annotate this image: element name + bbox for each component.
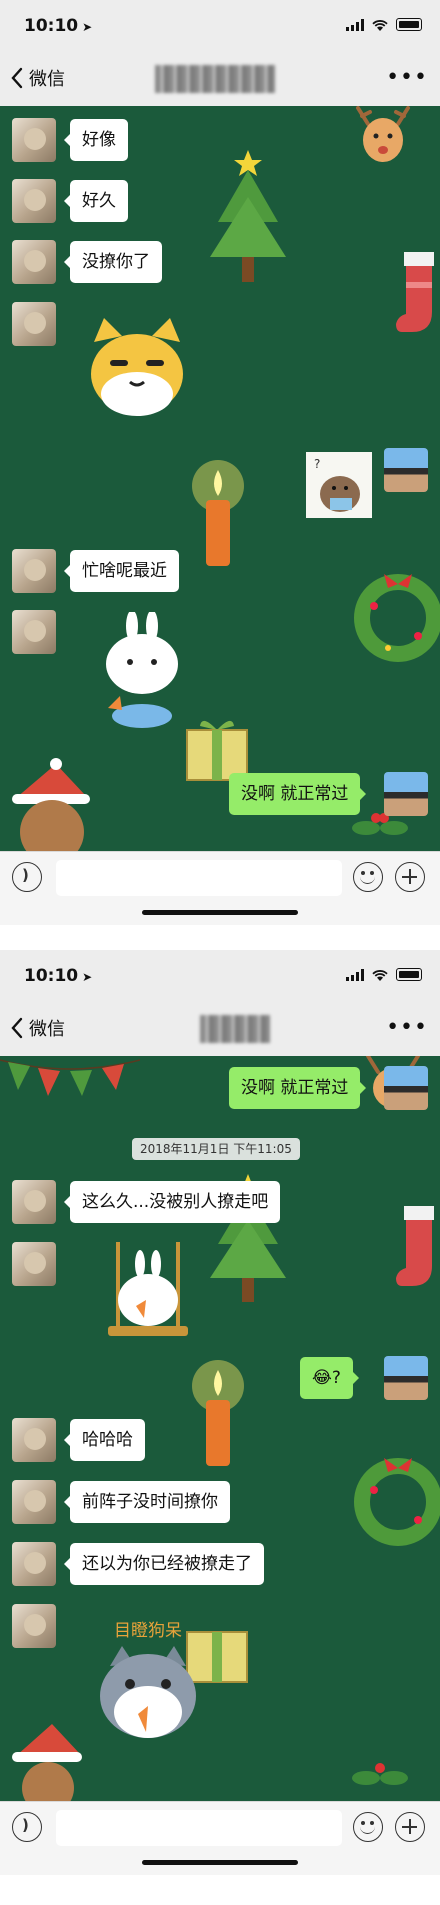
message-bubble[interactable]: 还以为你已经被撩走了 [64, 1543, 264, 1585]
wifi-icon [372, 969, 388, 981]
plus-icon[interactable] [395, 1812, 425, 1842]
christmas-tree-decoration [210, 150, 286, 282]
input-bar [0, 1801, 440, 1875]
timestamp: 2018年11月1日 下午11:05 [132, 1138, 300, 1160]
message-bubble[interactable]: 哈哈哈 [64, 1419, 145, 1461]
location-arrow-icon: ➤ [82, 20, 93, 34]
contact-avatar[interactable] [12, 179, 56, 223]
plus-icon[interactable] [395, 862, 425, 892]
chat-area[interactable]: 没啊 就正常过 2018年11月1日 下午11:05 这么久...没被别人撩走吧… [0, 1056, 440, 1801]
emoji-icon[interactable] [353, 862, 383, 892]
status-time: 10:10 ➤ [24, 966, 92, 986]
message-bubble[interactable]: 没撩你了 [64, 241, 162, 283]
cat-sticker[interactable] [82, 312, 192, 422]
candle-decoration [192, 460, 244, 566]
time-text: 10:10 [24, 966, 79, 986]
bunny-swing-sticker[interactable] [88, 1242, 208, 1362]
candle-decoration [192, 1360, 244, 1466]
back-chevron-icon [11, 1017, 23, 1039]
home-indicator [142, 1860, 298, 1865]
message-bubble[interactable]: 没啊 就正常过 [229, 1067, 367, 1109]
svg-text:?: ? [314, 457, 320, 471]
wifi-icon [372, 19, 388, 31]
contact-avatar[interactable] [12, 1604, 56, 1648]
gift-decoration [186, 720, 248, 781]
contact-avatar[interactable] [12, 1542, 56, 1586]
more-icon[interactable]: ••• [386, 65, 428, 90]
back-label: 微信 [29, 1019, 65, 1040]
my-avatar[interactable] [384, 1066, 428, 1110]
my-avatar[interactable] [384, 1356, 428, 1400]
reindeer-decoration [356, 106, 410, 162]
battery-icon [396, 968, 422, 981]
voice-icon[interactable] [12, 862, 42, 892]
status-bar: 10:10 ➤ [0, 0, 440, 50]
chat-header: 微信 ••• [0, 1000, 440, 1056]
my-avatar[interactable] [384, 448, 428, 492]
time-text: 10:10 [24, 16, 79, 36]
battery-icon [396, 18, 422, 31]
contact-name-blurred [200, 1015, 270, 1043]
home-indicator [142, 910, 298, 915]
message-input[interactable] [56, 860, 342, 896]
chat-area[interactable]: 好像 好久 没撩你了 ? 忙啥呢最近 没啊 就正常过 [0, 106, 440, 851]
wreath-decoration [354, 1458, 440, 1546]
location-arrow-icon: ➤ [82, 970, 93, 984]
shiba-dog-sticker[interactable]: 目瞪狗呆 [88, 1614, 208, 1754]
contact-avatar[interactable] [12, 1418, 56, 1462]
chat-screen-1: 10:10 ➤ 微信 ••• 好像 好久 没撩你了 ? 忙啥呢最近 没啊 就正常… [0, 0, 440, 925]
wreath-decoration [354, 574, 440, 662]
holly-decoration [352, 1763, 408, 1785]
contact-avatar[interactable] [12, 549, 56, 593]
message-bubble[interactable]: 好像 [64, 119, 128, 161]
contact-avatar[interactable] [12, 1180, 56, 1224]
status-time: 10:10 ➤ [24, 16, 92, 36]
bear-santa-decoration [12, 1724, 82, 1801]
sticker-caption: 目瞪狗呆 [114, 1621, 182, 1641]
bunting-decoration [0, 1059, 140, 1096]
bunny-sticker[interactable] [92, 612, 192, 732]
message-bubble[interactable]: 好久 [64, 180, 128, 222]
back-label: 微信 [29, 69, 65, 90]
otter-reading-sticker[interactable]: ? [306, 452, 372, 518]
more-icon[interactable]: ••• [386, 1015, 428, 1040]
signal-icon [346, 18, 364, 31]
contact-avatar[interactable] [12, 118, 56, 162]
message-bubble[interactable]: 前阵子没时间撩你 [64, 1481, 230, 1523]
emoji-icon[interactable] [353, 1812, 383, 1842]
contact-avatar[interactable] [12, 302, 56, 346]
contact-avatar[interactable] [12, 1242, 56, 1286]
chat-header: 微信 ••• [0, 50, 440, 106]
message-bubble[interactable]: 没啊 就正常过 [229, 773, 367, 815]
signal-icon [346, 968, 364, 981]
message-bubble[interactable]: 😂? [300, 1357, 359, 1399]
contact-avatar[interactable] [12, 610, 56, 654]
back-button[interactable]: 微信 [10, 1010, 65, 1046]
stocking-decoration [396, 1206, 434, 1286]
back-chevron-icon [11, 67, 23, 89]
bear-santa-decoration [12, 758, 90, 851]
message-input[interactable] [56, 1810, 342, 1846]
chat-screen-2: 10:10 ➤ 微信 ••• 没啊 就正常过 2018年11月1日 下午11:05… [0, 950, 440, 1875]
status-bar: 10:10 ➤ [0, 950, 440, 1000]
message-bubble[interactable]: 忙啥呢最近 [64, 550, 179, 592]
input-bar [0, 851, 440, 925]
stocking-decoration [396, 252, 434, 332]
contact-avatar[interactable] [12, 240, 56, 284]
back-button[interactable]: 微信 [10, 60, 65, 96]
my-avatar[interactable] [384, 772, 428, 816]
contact-name-blurred [155, 65, 275, 93]
voice-icon[interactable] [12, 1812, 42, 1842]
contact-avatar[interactable] [12, 1480, 56, 1524]
message-bubble[interactable]: 这么久...没被别人撩走吧 [63, 1181, 281, 1223]
